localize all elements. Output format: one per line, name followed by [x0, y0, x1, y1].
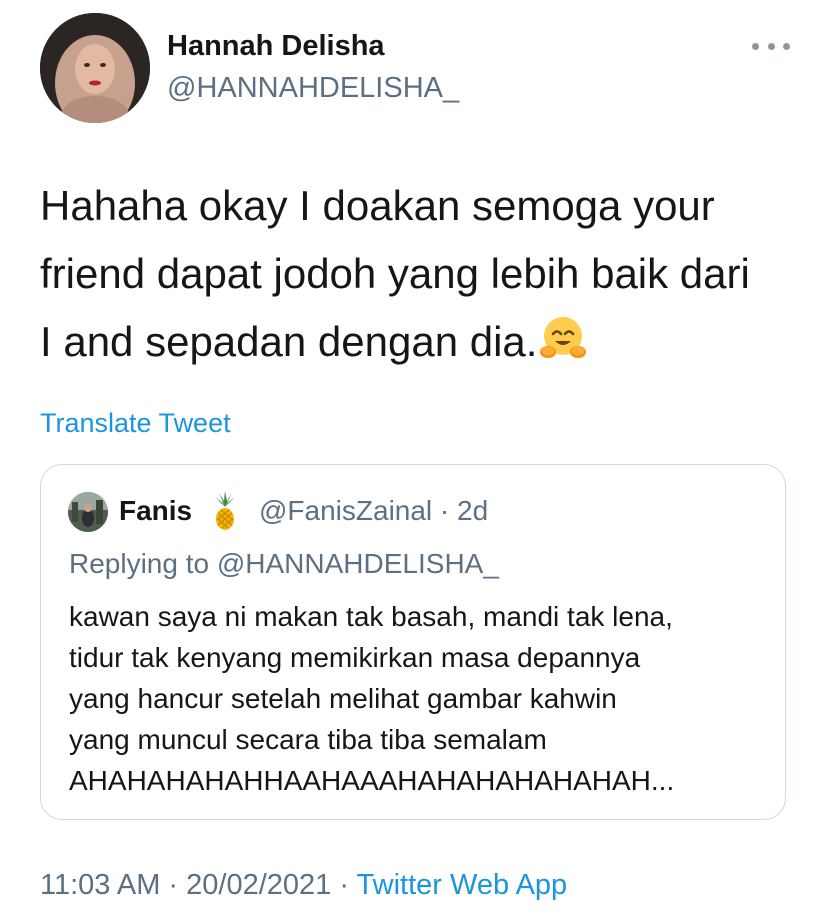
more-options-icon[interactable] — [752, 32, 790, 60]
replying-to: Replying to @HANNAHDELISHA_ — [69, 548, 499, 579]
author-name[interactable]: Hannah Delisha — [167, 30, 385, 63]
tweet-line: I and sepadan dengan dia. — [40, 318, 538, 365]
translate-tweet-link[interactable]: Translate Tweet — [40, 408, 231, 439]
dot — [767, 42, 775, 50]
quoted-line: tidur tak kenyang memikirkan masa depann… — [69, 642, 641, 673]
timestamp[interactable]: 11:03 AM · 20/02/2021 · — [40, 869, 357, 901]
quoted-tweet-card[interactable]: Fanis @FanisZainal · 2d Replying to @HAN… — [40, 464, 786, 820]
tweet-text: Hahaha okay I doakan semoga your friend … — [40, 172, 800, 382]
tweet-line-last: I and sepadan dengan dia. — [40, 308, 800, 382]
author-avatar[interactable] — [40, 13, 150, 123]
tweet-line: Hahaha okay I doakan semoga your — [40, 182, 715, 229]
author-handle[interactable]: @HANNAHDELISHA_ — [167, 72, 459, 105]
quoted-tweet-text: kawan saya ni makan tak basah, mandi tak… — [69, 596, 769, 801]
quoted-line: kawan saya ni makan tak basah, mandi tak… — [69, 601, 673, 632]
quoted-line: yang muncul secara tiba tiba semalam — [69, 724, 547, 755]
pineapple-icon — [207, 491, 243, 536]
dot — [783, 42, 790, 50]
quoted-line: yang hancur setelah melihat gambar kahwi… — [69, 683, 617, 714]
dot — [752, 42, 759, 50]
quoted-line: AHAHAHAHAHHAAHAAAHAHAHAHAHAHAH... — [69, 765, 675, 796]
tweet-line: friend dapat jodoh yang lebih baik dari — [40, 250, 750, 297]
tweet-footer: 11:03 AM · 20/02/2021 · Twitter Web App — [40, 869, 567, 902]
hugging-face-emoji-icon — [539, 314, 587, 382]
quoted-author-name[interactable]: Fanis — [119, 495, 192, 527]
source-app-link[interactable]: Twitter Web App — [357, 869, 568, 901]
quoted-author-avatar[interactable] — [68, 492, 108, 532]
quoted-handle-time[interactable]: @FanisZainal · 2d — [259, 495, 488, 527]
